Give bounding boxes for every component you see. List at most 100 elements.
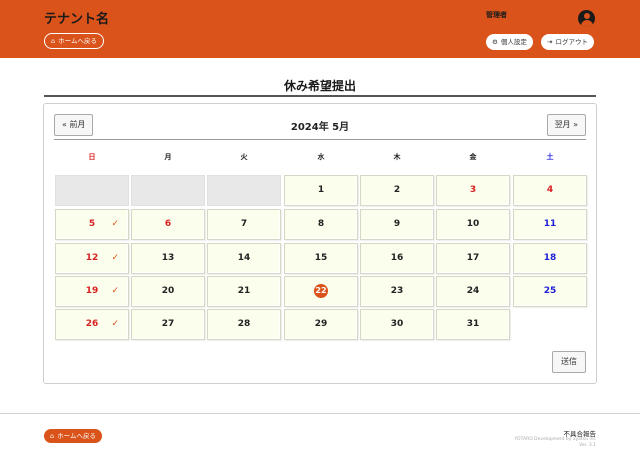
today-marker: 22 — [314, 283, 328, 298]
day-number: 9 — [393, 219, 401, 229]
day-number: 17 — [466, 253, 480, 263]
calendar-day-cell[interactable]: 28 — [207, 309, 281, 340]
app-header: テナント名 ⌂ ホームへ戻る 管理者 ⚙ 個人設定 ⇥ ログアウト — [0, 0, 640, 58]
weekday-label: 木 — [393, 153, 401, 161]
calendar-day-cell[interactable]: 7 — [207, 209, 281, 240]
calendar-day-cell[interactable]: 13 — [131, 243, 205, 274]
calendar-day-cell[interactable]: 19 ✓ — [55, 276, 129, 307]
day-number: 13 — [161, 253, 175, 263]
calendar-day-cell[interactable]: 29 — [284, 309, 358, 340]
calendar-day-cell[interactable]: 23 — [360, 276, 434, 307]
logout-icon: ⇥ — [547, 38, 553, 46]
day-number: 7 — [240, 219, 248, 229]
calendar-nav-divider — [54, 139, 586, 140]
day-number: 2 — [393, 185, 401, 195]
calendar-empty-cell — [55, 175, 129, 206]
day-number: 26 — [85, 319, 99, 329]
month-label: 2024年 5月 — [290, 122, 350, 133]
page-title: 休み希望提出 — [283, 79, 356, 93]
calendar-day-cell[interactable]: 15 — [284, 243, 358, 274]
day-number: 31 — [466, 319, 480, 329]
home-icon: ⌂ — [51, 37, 56, 45]
checkmark-icon: ✓ — [111, 286, 119, 296]
home-button[interactable]: ⌂ ホームへ戻る — [44, 33, 104, 49]
day-number: 5 — [88, 219, 96, 229]
day-number: 20 — [161, 286, 175, 296]
calendar-day-cell[interactable]: 26 ✓ — [55, 309, 129, 340]
user-role-label: 管理者 — [486, 11, 507, 19]
calendar-day-cell[interactable]: 18 — [513, 243, 587, 274]
calendar-day-cell[interactable]: 24 — [436, 276, 510, 307]
checkmark-icon: ✓ — [111, 253, 119, 263]
calendar-day-cell[interactable]: 27 — [131, 309, 205, 340]
tenant-name: テナント名 — [44, 12, 110, 27]
calendar-day-cell[interactable]: 31 — [436, 309, 510, 340]
day-number: 21 — [237, 286, 251, 296]
personal-settings-label: 個人設定 — [500, 38, 527, 46]
calendar-day-cell[interactable]: 8 — [284, 209, 358, 240]
home-icon: ⌂ — [50, 432, 55, 440]
avatar-icon[interactable] — [578, 10, 595, 27]
submit-button[interactable]: 送信 — [552, 351, 586, 373]
weekday-label: 水 — [317, 153, 325, 161]
day-number: 3 — [469, 185, 477, 195]
day-number: 6 — [164, 219, 172, 229]
gear-icon: ⚙ — [492, 38, 498, 46]
day-number: 12 — [85, 253, 99, 263]
calendar-empty-cell — [131, 175, 205, 206]
calendar-day-cell[interactable]: 5 ✓ — [55, 209, 129, 240]
calendar-day-cell[interactable]: 22 — [284, 276, 358, 307]
calendar-day-cell[interactable]: 1 — [284, 175, 358, 206]
weekday-label: 日 — [88, 153, 96, 161]
calendar-day-cell[interactable]: 30 — [360, 309, 434, 340]
weekday-label: 火 — [240, 153, 248, 161]
weekday-label: 月 — [164, 153, 172, 161]
checkmark-icon: ✓ — [111, 319, 119, 329]
logout-label: ログアウト — [555, 38, 588, 46]
calendar-day-cell[interactable]: 6 — [131, 209, 205, 240]
day-number: 18 — [543, 253, 557, 263]
calendar-day-cell[interactable]: 4 — [513, 175, 587, 206]
day-number: 25 — [543, 286, 557, 296]
calendar-day-cell[interactable]: 2 — [360, 175, 434, 206]
calendar-day-cell[interactable]: 12 ✓ — [55, 243, 129, 274]
footer-home-label: ホームへ戻る — [57, 432, 96, 440]
day-number: 30 — [390, 319, 404, 329]
day-number: 1 — [317, 185, 325, 195]
day-number: 23 — [390, 286, 404, 296]
day-number: 29 — [314, 319, 328, 329]
calendar-day-cell[interactable]: 9 — [360, 209, 434, 240]
day-number: 19 — [85, 286, 99, 296]
footer-divider — [0, 413, 640, 414]
title-divider — [44, 95, 596, 97]
day-number: 28 — [237, 319, 251, 329]
day-number: 16 — [390, 253, 404, 263]
calendar-day-cell[interactable]: 21 — [207, 276, 281, 307]
weekday-label: 土 — [546, 153, 554, 161]
calendar-empty-cell — [207, 175, 281, 206]
day-number: 15 — [314, 253, 328, 263]
version-text: Ver. 3.1 — [579, 443, 596, 448]
day-number: 8 — [317, 219, 325, 229]
logout-button[interactable]: ⇥ ログアウト — [541, 34, 594, 50]
day-number: 24 — [466, 286, 480, 296]
calendar-day-cell[interactable]: 25 — [513, 276, 587, 307]
footer-home-button[interactable]: ⌂ ホームへ戻る — [44, 429, 102, 443]
calendar-day-cell[interactable]: 14 — [207, 243, 281, 274]
weekday-label: 金 — [469, 153, 477, 161]
checkmark-icon: ✓ — [111, 219, 119, 229]
home-button-label: ホームへ戻る — [58, 37, 97, 45]
next-month-button[interactable]: 翌月 » — [546, 114, 586, 136]
calendar-day-cell[interactable]: 3 — [436, 175, 510, 206]
day-number: 11 — [543, 219, 557, 229]
day-number: 14 — [237, 253, 251, 263]
calendar-card: « 前月 2024年 5月 翌月 » 日月火水木金土 1 2 3 4 5 ✓ 6 7 8 9 10 1… — [43, 103, 597, 384]
calendar-day-cell[interactable]: 17 — [436, 243, 510, 274]
calendar-day-cell[interactable]: 11 — [513, 209, 587, 240]
day-number: 10 — [466, 219, 480, 229]
calendar-day-cell[interactable]: 20 — [131, 276, 205, 307]
calendar-day-cell[interactable]: 16 — [360, 243, 434, 274]
day-number: 27 — [161, 319, 175, 329]
personal-settings-button[interactable]: ⚙ 個人設定 — [486, 34, 533, 50]
calendar-day-cell[interactable]: 10 — [436, 209, 510, 240]
